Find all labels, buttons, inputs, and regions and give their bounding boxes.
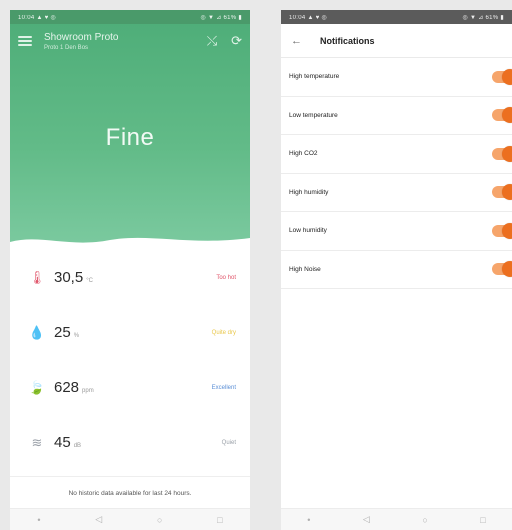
overall-status: Fine <box>105 124 155 151</box>
room-subtitle: Proto 1 Den Bos <box>44 44 89 51</box>
leaf-icon: 🍃 <box>28 379 46 395</box>
metric-unit: dB <box>73 442 82 449</box>
setting-label: High temperature <box>289 73 340 81</box>
metric-unit: % <box>73 332 80 339</box>
home-icon[interactable]: ○ <box>157 515 162 525</box>
setting-row: High temperature <box>281 58 512 97</box>
back-icon[interactable]: ◁ <box>95 514 102 525</box>
status-left: 10:04 ▲ ♥ ◎ <box>18 14 57 21</box>
menu-icon[interactable] <box>18 36 32 46</box>
metric-row[interactable]: 🌡 30,5 °C Too hot <box>10 250 250 305</box>
setting-label: High Noise <box>289 265 321 273</box>
setting-row: Low humidity <box>281 212 512 251</box>
setting-row: High CO2 <box>281 135 512 174</box>
metric-status: Quite dry <box>211 329 236 336</box>
nav-dot-icon: • <box>307 514 311 525</box>
status-bar: 10:04 ▲ ♥ ◎ ◎ ▼ ⊿ 61% ▮ <box>281 10 512 24</box>
toggle-knob <box>502 184 512 201</box>
status-right: ◎ ▼ ⊿ 61% ▮ <box>200 14 242 21</box>
toggle-knob <box>502 107 512 124</box>
setting-label: High CO2 <box>289 150 318 158</box>
toggle-knob <box>502 261 512 278</box>
app-bar: ← Notifications <box>281 24 512 58</box>
thermometer-icon: 🌡 <box>28 269 46 285</box>
app-bar: Showroom Proto Proto 1 Den Bos ⤯ ⟳ <box>10 24 250 58</box>
toggle-knob <box>502 145 512 162</box>
metric-value: 30,5 <box>54 269 84 286</box>
home-icon[interactable]: ○ <box>422 515 427 525</box>
metric-value: 45 <box>54 434 71 451</box>
metric-status: Excellent <box>211 384 236 391</box>
setting-row: High humidity <box>281 174 512 212</box>
nav-bar: • ◁ ○ □ <box>10 508 250 530</box>
toggle-knob <box>502 68 512 85</box>
metric-status: Too hot <box>216 274 236 281</box>
chart-icon[interactable]: ⤯ <box>207 33 217 49</box>
notifications-screen: 10:04 ▲ ♥ ◎ ◎ ▼ ⊿ 61% ▮ ← Notifications … <box>281 10 512 530</box>
nav-dot-icon: • <box>37 514 41 525</box>
room-selector[interactable]: Showroom Proto Proto 1 Den Bos <box>44 32 207 51</box>
recent-apps-icon[interactable]: □ <box>480 515 485 525</box>
metric-row[interactable]: 🍃 628 ppm Excellent <box>10 360 250 415</box>
toggle-switch[interactable] <box>492 68 512 85</box>
metrics-list: 🌡 30,5 °C Too hot 💧 25% Quite dry 🍃 628 ppm Excell… <box>10 250 250 470</box>
status-bar: 10:04 ▲ ♥ ◎ ◎ ▼ ⊿ 61% ▮ <box>10 10 250 24</box>
metric-row[interactable]: ≋ 45 dB Quiet <box>10 415 250 470</box>
metric-status: Quiet <box>221 439 236 446</box>
setting-row: High Noise <box>281 251 512 289</box>
toggle-knob <box>502 222 512 239</box>
setting-label: High humidity <box>289 188 329 196</box>
air-quality-screen: 10:04 ▲ ♥ ◎ ◎ ▼ ⊿ 61% ▮ Showroom Proto P… <box>10 10 250 530</box>
toggle-switch[interactable] <box>492 145 512 162</box>
refresh-icon[interactable]: ⟳ <box>231 33 242 49</box>
back-arrow-icon[interactable]: ← <box>291 35 302 47</box>
back-icon[interactable]: ◁ <box>363 514 370 525</box>
room-title: Showroom Proto <box>44 31 119 43</box>
toggle-switch[interactable] <box>492 184 512 201</box>
metric-row[interactable]: 💧 25% Quite dry <box>10 305 250 360</box>
nav-bar: • ◁ ○ □ <box>281 508 512 530</box>
history-note: No historic data available for last 24 h… <box>10 476 250 497</box>
wave-divider <box>10 237 250 250</box>
noise-icon: ≋ <box>31 434 43 450</box>
recent-apps-icon[interactable]: □ <box>217 515 222 525</box>
setting-row: Low temperature <box>281 97 512 135</box>
metric-value: 25 <box>54 324 71 341</box>
status-right: ◎ ▼ ⊿ 61% ▮ <box>462 14 504 21</box>
humidity-icon: 💧 <box>28 324 46 340</box>
hero-panel: Showroom Proto Proto 1 Den Bos ⤯ ⟳ Fine <box>10 24 250 250</box>
page-title: Notifications <box>320 35 375 46</box>
toggle-switch[interactable] <box>492 107 512 124</box>
metric-value: 628 <box>54 379 80 396</box>
metric-unit: ppm <box>82 387 94 394</box>
metric-unit: °C <box>86 277 93 284</box>
toggle-switch[interactable] <box>492 222 512 239</box>
status-left: 10:04 ▲ ♥ ◎ <box>289 14 328 21</box>
toggle-switch[interactable] <box>492 261 512 278</box>
setting-label: Low temperature <box>289 111 338 119</box>
setting-label: Low humidity <box>289 227 327 235</box>
notification-settings: High temperature Low temperature High CO2 H… <box>281 58 512 289</box>
